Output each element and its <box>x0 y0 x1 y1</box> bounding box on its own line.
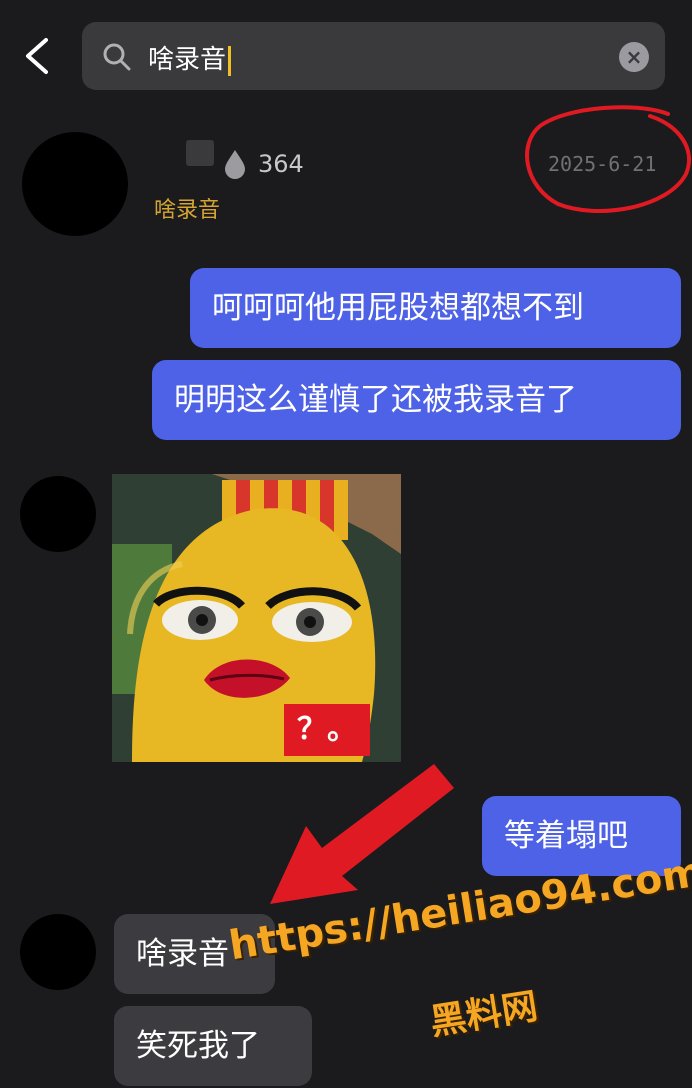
avatar[interactable] <box>20 476 96 552</box>
text-caret <box>228 45 232 76</box>
red-circle-annotation <box>525 105 691 213</box>
search-bar[interactable]: 啥录音 × <box>82 22 665 90</box>
search-query-text: 啥录音 <box>148 45 227 75</box>
outgoing-message[interactable]: 明明这么谨慎了还被我录音了 <box>152 360 681 440</box>
avatar[interactable] <box>20 914 96 990</box>
avatar[interactable] <box>22 132 128 236</box>
watermark-site-name: 黑料网 <box>427 985 541 1044</box>
contact-name[interactable]: 啥录音 <box>154 192 220 224</box>
back-chevron-icon <box>26 38 48 74</box>
sticker-image[interactable]: ？。 <box>112 474 401 762</box>
incoming-message[interactable]: 笑死我了 <box>114 1006 312 1086</box>
back-button[interactable] <box>18 34 58 78</box>
user-badge <box>186 140 214 166</box>
red-arrow-annotation <box>270 764 454 904</box>
clear-icon[interactable]: × <box>619 42 649 72</box>
like-drop-icon <box>225 150 245 179</box>
search-input[interactable]: 啥录音 <box>148 39 232 76</box>
sticker-caption: ？。 <box>284 704 370 756</box>
outgoing-message[interactable]: 呵呵呵他用屁股想都想不到 <box>190 268 681 348</box>
top-bar: 啥录音 × <box>0 0 692 112</box>
like-count: 364 <box>258 150 304 178</box>
search-icon <box>103 43 131 71</box>
